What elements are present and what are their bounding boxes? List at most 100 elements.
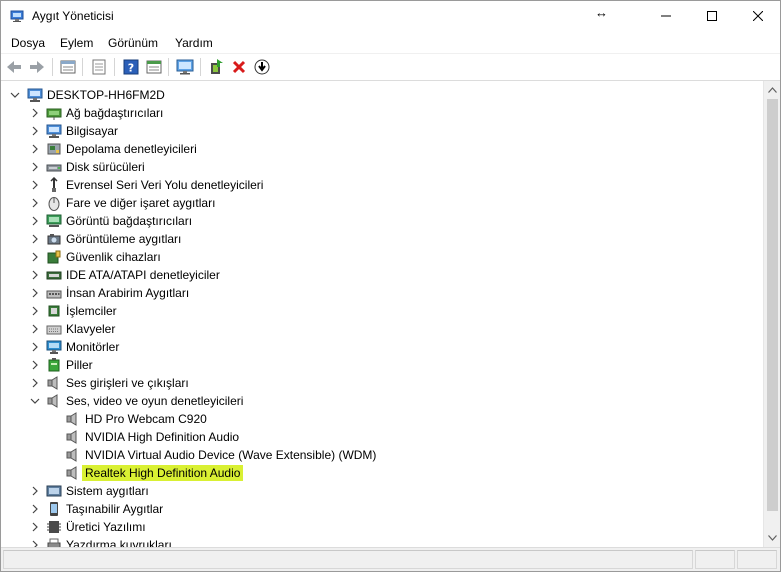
expand-chevron-icon[interactable] <box>29 179 41 191</box>
close-button[interactable] <box>735 1 781 31</box>
category-row[interactable]: Sistem aygıtları <box>1 482 763 500</box>
expand-chevron-icon[interactable] <box>29 269 41 281</box>
category-row[interactable]: Disk sürücüleri <box>1 158 763 176</box>
menu-bar: Dosya Eylem Görünüm Yardım <box>1 32 780 54</box>
category-row[interactable]: İşlemciler <box>1 302 763 320</box>
title-bar[interactable]: Aygıt Yöneticisi ↔ <box>1 1 780 32</box>
expand-chevron-icon[interactable] <box>29 323 41 335</box>
toolbar-separator <box>114 58 115 76</box>
category-row[interactable]: Üretici Yazılımı <box>1 518 763 536</box>
scroll-down-icon[interactable] <box>767 532 778 544</box>
category-row[interactable]: Monitörler <box>1 338 763 356</box>
expand-chevron-icon[interactable] <box>29 485 41 497</box>
expand-chevron-icon[interactable] <box>29 341 41 353</box>
category-row-expanded[interactable]: Ses, video ve oyun denetleyicileri <box>1 392 763 410</box>
category-row[interactable]: Görüntüleme aygıtları <box>1 230 763 248</box>
firmware-icon <box>47 521 61 533</box>
expand-chevron-icon[interactable] <box>29 521 41 533</box>
disk-drive-icon <box>46 164 62 172</box>
details-button[interactable] <box>145 58 163 76</box>
device-label: NVIDIA Virtual Audio Device (Wave Extens… <box>85 448 377 462</box>
category-label: Yazdırma kuyrukları <box>66 538 172 547</box>
category-row[interactable]: IDE ATA/ATAPI denetleyiciler <box>1 266 763 284</box>
download-button[interactable] <box>253 58 271 76</box>
category-row[interactable]: Ses girişleri ve çıkışları <box>1 374 763 392</box>
menu-action[interactable]: Eylem <box>60 36 93 50</box>
device-row[interactable]: NVIDIA High Definition Audio <box>1 428 763 446</box>
scan-hardware-button[interactable] <box>176 58 194 76</box>
expand-chevron-icon[interactable] <box>29 125 41 137</box>
properties-icon <box>60 60 76 74</box>
category-label: Piller <box>66 358 93 372</box>
minimize-icon <box>661 15 671 17</box>
device-row[interactable]: HD Pro Webcam C920 <box>1 410 763 428</box>
system-device-icon <box>46 485 62 497</box>
category-row[interactable]: İnsan Arabirim Aygıtları <box>1 284 763 302</box>
menu-help[interactable]: Yardım <box>175 36 213 50</box>
device-row-selected[interactable]: Realtek High Definition Audio <box>1 464 763 482</box>
device-manager-icon <box>10 10 24 22</box>
expand-chevron-icon[interactable] <box>29 359 41 371</box>
menu-view[interactable]: Görünüm <box>108 36 158 50</box>
svg-text:?: ? <box>128 62 134 75</box>
category-row[interactable]: Depolama denetleyicileri <box>1 140 763 158</box>
show-hidden-icon <box>92 59 106 75</box>
help-button[interactable]: ? <box>122 58 140 76</box>
tree-root-row[interactable]: DESKTOP-HH6FM2D <box>1 86 763 104</box>
uninstall-button[interactable] <box>230 58 248 76</box>
hid-icon <box>46 290 62 299</box>
mouse-icon <box>48 197 60 211</box>
category-row[interactable]: Bilgisayar <box>1 122 763 140</box>
expand-chevron-icon[interactable] <box>29 107 41 119</box>
category-label: Ağ bağdaştırıcıları <box>66 106 164 120</box>
details-icon <box>146 60 162 74</box>
expand-chevron-icon[interactable] <box>29 287 41 299</box>
scroll-up-icon[interactable] <box>767 84 778 96</box>
category-row[interactable]: Görüntü bağdaştırıcıları <box>1 212 763 230</box>
forward-button[interactable] <box>28 58 46 76</box>
battery-icon <box>48 358 60 372</box>
minimize-button[interactable] <box>643 1 689 31</box>
expand-chevron-icon[interactable] <box>29 197 41 209</box>
back-icon <box>7 61 21 73</box>
update-driver-button[interactable] <box>207 58 225 76</box>
device-label: NVIDIA High Definition Audio <box>85 430 240 444</box>
maximize-button[interactable] <box>689 1 735 31</box>
device-tree[interactable]: DESKTOP-HH6FM2D Ağ bağdaştırıcıları Bilgi… <box>1 81 763 547</box>
expand-chevron-icon[interactable] <box>29 539 41 547</box>
category-row[interactable]: Güvenlik cihazları <box>1 248 763 266</box>
toolbar-separator <box>168 58 169 76</box>
expand-chevron-icon[interactable] <box>29 161 41 173</box>
menu-file[interactable]: Dosya <box>11 36 45 50</box>
category-row[interactable]: Yazdırma kuyrukları <box>1 536 763 547</box>
category-row[interactable]: Fare ve diğer işaret aygıtları <box>1 194 763 212</box>
category-label: Taşınabilir Aygıtlar <box>66 502 164 516</box>
scrollbar-thumb[interactable] <box>767 99 778 511</box>
back-button[interactable] <box>5 58 23 76</box>
speaker-icon <box>47 376 58 390</box>
print-queue-icon <box>47 538 61 547</box>
category-row[interactable]: Klavyeler <box>1 320 763 338</box>
expand-chevron-icon[interactable] <box>29 503 41 515</box>
category-label: Monitörler <box>66 340 120 354</box>
device-row[interactable]: NVIDIA Virtual Audio Device (Wave Extens… <box>1 446 763 464</box>
speaker-icon <box>66 448 77 462</box>
category-row[interactable]: Ağ bağdaştırıcıları <box>1 104 763 122</box>
vertical-scrollbar[interactable] <box>763 81 780 547</box>
expand-chevron-icon[interactable] <box>29 233 41 245</box>
expand-chevron-icon[interactable] <box>29 251 41 263</box>
category-row[interactable]: Taşınabilir Aygıtlar <box>1 500 763 518</box>
expand-chevron-icon[interactable] <box>29 305 41 317</box>
speaker-icon <box>66 466 77 480</box>
category-row[interactable]: Piller <box>1 356 763 374</box>
properties-button[interactable] <box>59 58 77 76</box>
expand-chevron-icon[interactable] <box>29 143 41 155</box>
show-hidden-button[interactable] <box>90 58 108 76</box>
category-row[interactable]: Evrensel Seri Veri Yolu denetleyicileri <box>1 176 763 194</box>
expand-chevron-icon[interactable] <box>29 215 41 227</box>
collapse-chevron-icon[interactable] <box>9 89 21 101</box>
category-label: IDE ATA/ATAPI denetleyiciler <box>66 268 220 282</box>
device-label: Realtek High Definition Audio <box>82 465 244 481</box>
collapse-chevron-icon[interactable] <box>29 395 41 407</box>
expand-chevron-icon[interactable] <box>29 377 41 389</box>
